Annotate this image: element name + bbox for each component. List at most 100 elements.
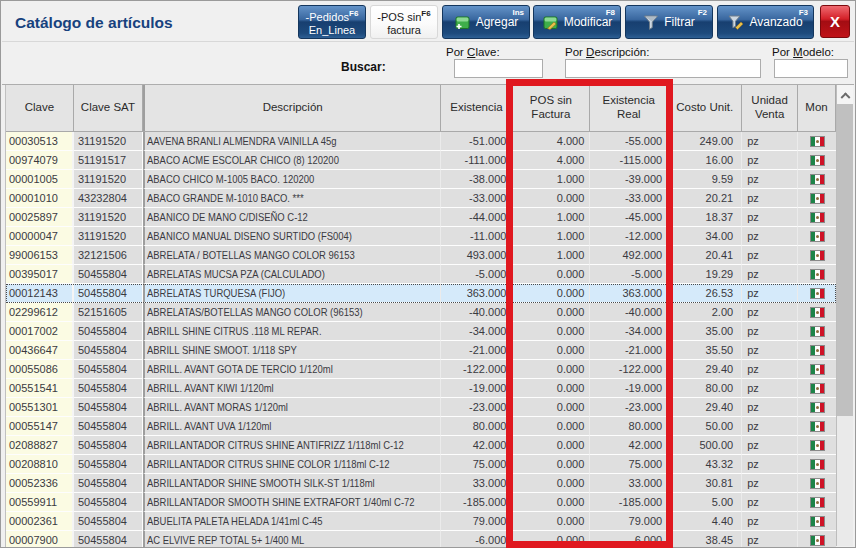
table-row[interactable]: 0039501750455804ABRELATAS MUCSA PZA (CAL… <box>6 265 836 284</box>
pedidos-en-linea-button[interactable]: -PedidosF6En_Linea <box>298 5 366 39</box>
cell-clave-sat: 50455804 <box>74 379 143 398</box>
table-row[interactable]: 0000004731191520ABANICO MANUAL DISENO SU… <box>6 227 836 246</box>
table-row[interactable]: 0003051331191520AAVENA BRANLI ALMENDRA V… <box>6 132 836 151</box>
por-descripcion-input[interactable] <box>565 59 761 78</box>
column-header-7[interactable]: Unidad Venta <box>742 85 798 131</box>
cell-existencia: 79.000 <box>441 512 512 531</box>
cell-clave-sat: 52151605 <box>74 303 143 322</box>
mexico-flag-icon <box>810 440 825 451</box>
cell-descripcion: ABRILL. AVANT GOTA DE TERCIO 1/120ml <box>143 360 442 379</box>
cell-clave-sat: 50455804 <box>74 265 143 284</box>
cell-existencia-real: 42.000 <box>590 436 668 455</box>
cell-pos-sin-factura: 0.000 <box>512 474 590 493</box>
column-header-1[interactable]: Clave SAT <box>74 85 143 131</box>
filtrar-button[interactable]: Filtrar F2 <box>625 5 713 39</box>
cell-costo-unit: 29.40 <box>668 360 742 379</box>
column-header-4[interactable]: POS sin Factura <box>512 85 590 131</box>
cell-clave-sat: 50455804 <box>74 360 143 379</box>
cell-costo-unit: 50.00 <box>668 417 742 436</box>
cell-clave-sat: 50455804 <box>74 398 143 417</box>
cell-existencia-real: -19.000 <box>590 379 668 398</box>
table-row[interactable]: 0020881050455804ABRILLANTADOR CITRUS SHI… <box>6 455 836 474</box>
cell-existencia-real: -6.000 <box>590 531 668 547</box>
column-header-6[interactable]: Costo Unit. <box>668 85 742 131</box>
cell-existencia: -5.000 <box>441 265 512 284</box>
cell-existencia-real: -5.000 <box>590 265 668 284</box>
cell-clave-sat: 50455804 <box>74 341 143 360</box>
cell-clave: 00395017 <box>6 265 74 284</box>
cell-costo-unit: 5.00 <box>668 493 742 512</box>
vertical-scrollbar[interactable] <box>836 85 853 546</box>
column-header-0[interactable]: Clave <box>6 85 74 131</box>
avanzado-button[interactable]: Avanzado F3 <box>717 5 814 39</box>
table-row[interactable]: 0000236150455804ABUELITA PALETA HELADA 1… <box>6 512 836 531</box>
cell-clave-sat: 31191520 <box>74 208 143 227</box>
cell-costo-unit: 16.00 <box>668 151 742 170</box>
table-row[interactable]: 0000101043232804ABACO GRANDE M-1010 BACO… <box>6 189 836 208</box>
cell-clave: 00017002 <box>6 322 74 341</box>
table-row[interactable]: 0002589731191520ABANICO DE MANO C/DISEÑO… <box>6 208 836 227</box>
scroll-up-button[interactable] <box>837 85 853 104</box>
chevron-up-icon <box>840 92 850 102</box>
column-header-8[interactable]: Mon <box>798 85 836 131</box>
table-row[interactable]: 9900615332121506ABRELATA / BOTELLAS MANG… <box>6 246 836 265</box>
cell-unidad-venta: pz <box>742 151 798 170</box>
table-row[interactable]: 0229961252151605ABRELATAS/BOTELLAS MANGO… <box>6 303 836 322</box>
close-button[interactable]: X <box>820 5 850 38</box>
table-row[interactable]: 0000100531191520ABACO CHICO M-1005 BACO.… <box>6 170 836 189</box>
cell-existencia-real: -55.000 <box>590 132 668 151</box>
cell-unidad-venta: pz <box>742 322 798 341</box>
pos-sin-factura-button[interactable]: -POS sinF6factura <box>370 5 438 39</box>
table-row[interactable]: 0055991150455804ABRILLANTADOR SMOOTH SHI… <box>6 493 836 512</box>
column-header-3[interactable]: Existencia <box>441 85 512 131</box>
cell-existencia-real: -23.000 <box>590 398 668 417</box>
table-row[interactable]: 0005514750455804ABRILL. AVANT UVA 1/120m… <box>6 417 836 436</box>
table-row[interactable]: 0001700250455804ABRILL SHINE CITRUS .118… <box>6 322 836 341</box>
cell-moneda <box>798 132 836 151</box>
cell-moneda <box>798 284 836 303</box>
agregar-button[interactable]: Agregar Ins <box>442 5 530 39</box>
mexico-flag-icon <box>810 478 825 489</box>
cell-costo-unit: 30.81 <box>668 474 742 493</box>
cell-pos-sin-factura: 0.000 <box>512 303 590 322</box>
cell-clave-sat: 31191520 <box>74 227 143 246</box>
cell-existencia-real: 75.000 <box>590 455 668 474</box>
column-header-2[interactable]: Descripción <box>143 85 442 131</box>
table-row[interactable]: 0005233650455804ABRILLANTADOR SHINE SMOO… <box>6 474 836 493</box>
table-row[interactable]: 0055130150455804ABRILL. AVANT MORAS 1/12… <box>6 398 836 417</box>
table-row[interactable]: 0208882750455804ABRILLANTADOR CITRUS SHI… <box>6 436 836 455</box>
table-row[interactable]: 0000790050455804AC ELVIVE REP TOTAL 5+ 1… <box>6 531 836 547</box>
cell-pos-sin-factura: 4.000 <box>512 132 590 151</box>
table-row[interactable]: 0043664750455804ABRILL SHINE SMOOT. 1/11… <box>6 341 836 360</box>
table-row[interactable]: 0055154150455804ABRILL. AVANT KIWI 1/120… <box>6 379 836 398</box>
cell-existencia-real: -12.000 <box>590 227 668 246</box>
cell-moneda <box>798 455 836 474</box>
cell-clave-sat: 50455804 <box>74 493 143 512</box>
cell-pos-sin-factura: 0.000 <box>512 265 590 284</box>
scrollbar-thumb[interactable] <box>837 104 853 416</box>
mexico-flag-icon <box>810 421 825 432</box>
cell-costo-unit: 34.00 <box>668 227 742 246</box>
cell-descripcion: ABACO GRANDE M-1010 BACO. *** <box>143 189 442 208</box>
cell-clave-sat: 31191520 <box>74 170 143 189</box>
column-header-5[interactable]: Existencia Real <box>590 85 668 131</box>
table-row[interactable]: 0001214350455804ABRELATAS TURQUESA (FIJO… <box>6 284 836 303</box>
por-modelo-input[interactable] <box>774 59 848 78</box>
cell-clave: 00001010 <box>6 189 74 208</box>
cell-existencia: -38.000 <box>441 170 512 189</box>
cell-clave-sat: 51191517 <box>74 151 143 170</box>
cell-moneda <box>798 208 836 227</box>
cell-existencia: -111.000 <box>441 151 512 170</box>
table-row[interactable]: 0097407951191517ABACO ACME ESCOLAR CHICO… <box>6 151 836 170</box>
modificar-button[interactable]: Modificar F8 <box>533 5 621 39</box>
cell-pos-sin-factura: 4.000 <box>512 151 590 170</box>
por-clave-input[interactable] <box>454 59 543 78</box>
cell-unidad-venta: pz <box>742 284 798 303</box>
cell-descripcion: ABRELATAS/BOTELLAS MANGO COLOR (96153) <box>143 303 442 322</box>
mexico-flag-icon <box>810 136 825 147</box>
cell-unidad-venta: pz <box>742 531 798 547</box>
table-row[interactable]: 0005508650455804ABRILL. AVANT GOTA DE TE… <box>6 360 836 379</box>
funnel-pencil-icon <box>728 14 744 30</box>
cell-costo-unit: 80.00 <box>668 379 742 398</box>
cell-descripcion: ABRILL SHINE SMOOT. 1/118 SPY <box>143 341 442 360</box>
